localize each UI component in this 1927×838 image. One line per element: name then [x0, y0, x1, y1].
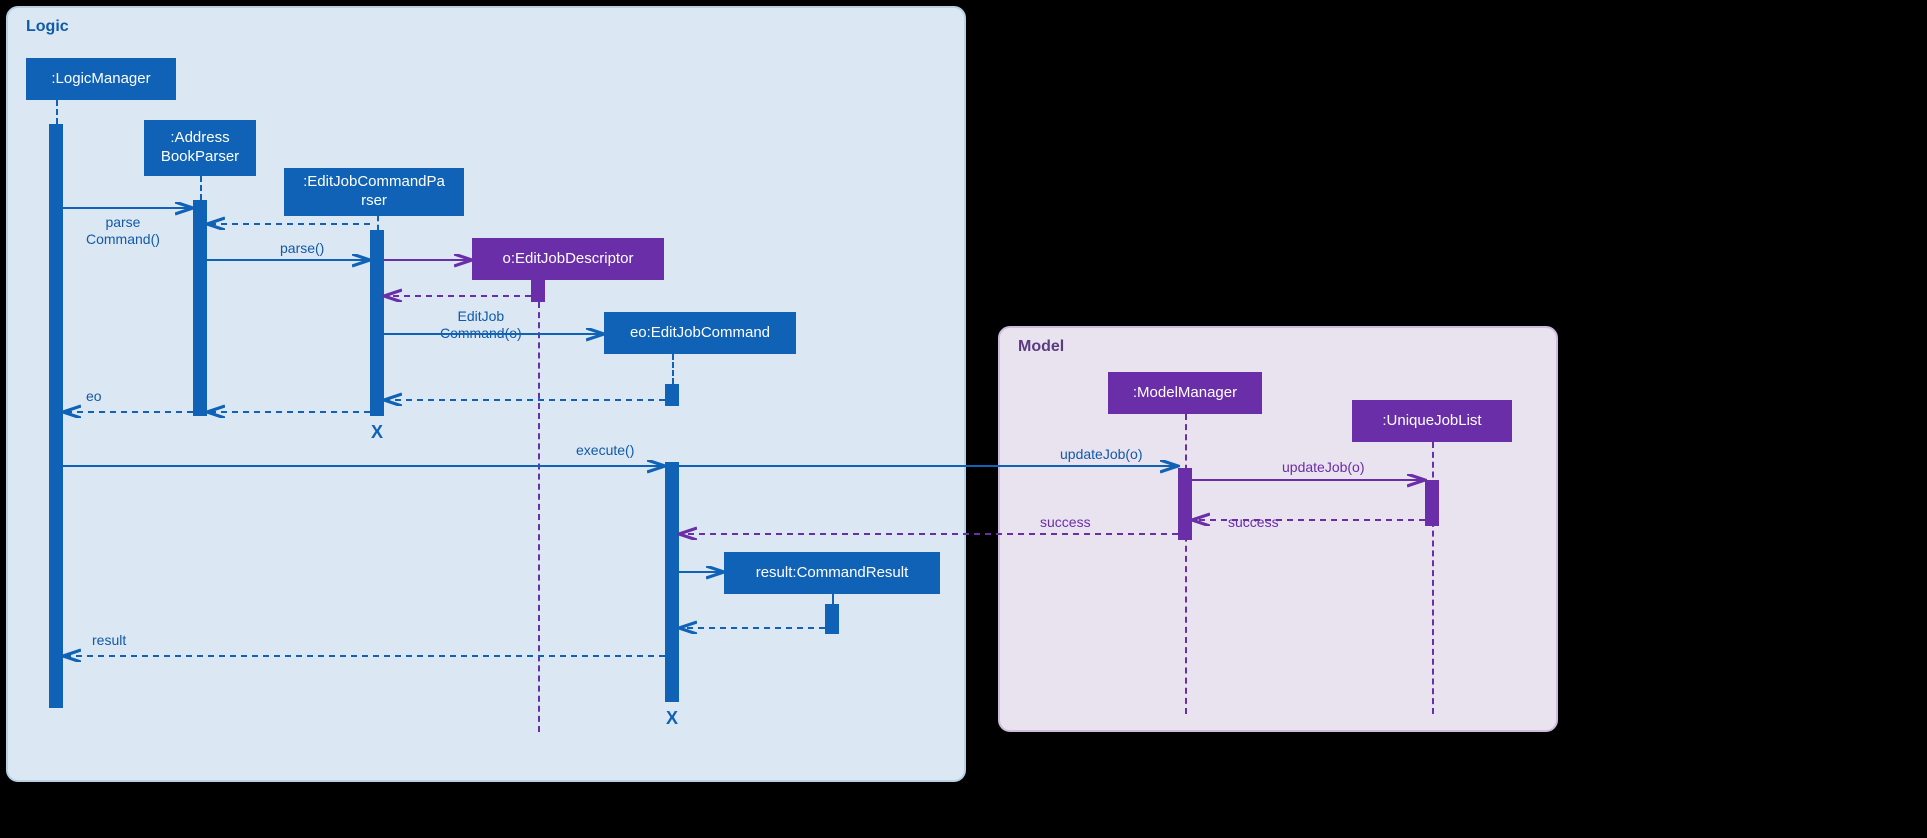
- activation-edit-job-descriptor: [531, 280, 545, 302]
- lifeline-address-book-parser: [200, 176, 202, 200]
- activation-unique-job-list: [1425, 480, 1439, 526]
- lifeline-command-result-top: [832, 594, 834, 604]
- label-edit-job-command-o: EditJob Command(o): [440, 308, 522, 342]
- activation-address-book-parser: [193, 200, 207, 416]
- lifeline-model-manager: [1185, 414, 1187, 714]
- destroy-edit-job-command-parser: X: [371, 422, 383, 443]
- label-success-2: success: [1228, 514, 1279, 531]
- activation-model-manager: [1178, 468, 1192, 540]
- lifeline-edit-job-command-parser: [377, 216, 379, 230]
- destroy-edit-job-command: X: [666, 708, 678, 729]
- participant-edit-job-command: eo:EditJobCommand: [604, 312, 796, 354]
- label-update-job-2: updateJob(o): [1282, 459, 1365, 476]
- activation-command-result: [825, 604, 839, 634]
- participant-edit-job-descriptor: o:EditJobDescriptor: [472, 238, 664, 280]
- lifeline-edit-job-descriptor: [538, 302, 540, 732]
- activation-edit-job-command-main: [665, 462, 679, 702]
- logic-frame-label: Logic: [26, 18, 69, 36]
- participant-command-result: result:CommandResult: [724, 552, 940, 594]
- label-eo: eo: [86, 388, 102, 405]
- label-update-job-1: updateJob(o): [1060, 446, 1143, 463]
- model-frame-label: Model: [1018, 338, 1064, 356]
- participant-address-book-parser: :Address BookParser: [144, 120, 256, 176]
- activation-edit-job-command-parser: [370, 230, 384, 416]
- participant-logic-manager: :LogicManager: [26, 58, 176, 100]
- participant-unique-job-list: :UniqueJobList: [1352, 400, 1512, 442]
- label-execute: execute(): [576, 442, 634, 459]
- label-parse: parse(): [280, 240, 324, 257]
- label-result: result: [92, 632, 126, 649]
- lifeline-logic-manager: [56, 100, 58, 124]
- participant-edit-job-command-parser: :EditJobCommandPa rser: [284, 168, 464, 216]
- participant-model-manager: :ModelManager: [1108, 372, 1262, 414]
- lifeline-edit-job-command-top: [672, 354, 674, 384]
- label-success-1: success: [1040, 514, 1091, 531]
- activation-logic-manager: [49, 124, 63, 708]
- activation-edit-job-command-small: [665, 384, 679, 406]
- label-parse-command: parse Command(): [86, 214, 160, 248]
